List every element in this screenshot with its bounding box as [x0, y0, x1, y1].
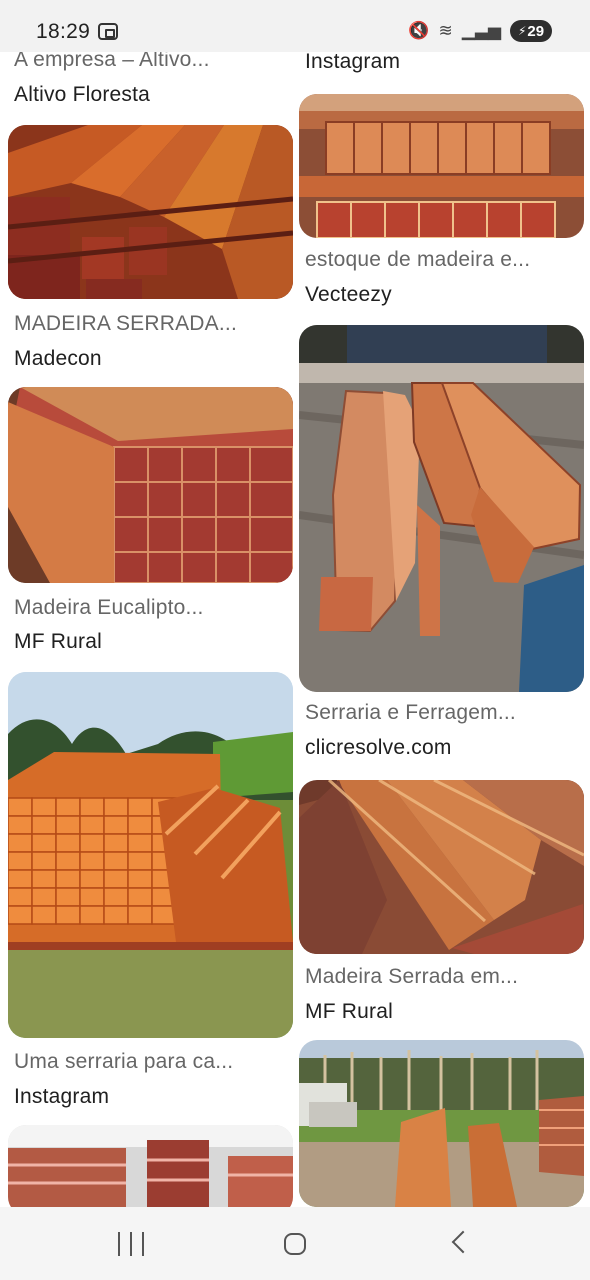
result-thumbnail[interactable]	[299, 1040, 584, 1207]
result-title[interactable]: Serraria e Ferragem...	[305, 701, 516, 725]
back-button[interactable]	[451, 1230, 475, 1254]
status-bar: 18:29 🔇 ≋ ▁▃▅ ⚡ 29	[0, 0, 590, 52]
image-results-grid: A empresa – Altivo... Altivo Floresta MA…	[0, 52, 590, 1207]
result-source: MF Rural	[14, 630, 102, 653]
result-card[interactable]: MADEIRA SERRADA... Madecon	[8, 125, 293, 375]
navigation-bar	[0, 1207, 590, 1280]
result-card[interactable]	[299, 1040, 584, 1207]
result-source: MF Rural	[305, 1000, 393, 1023]
result-thumbnail[interactable]	[299, 94, 584, 238]
result-source: Instagram	[305, 52, 401, 73]
result-card[interactable]: Serraria e Ferragem... clicresolve.com	[299, 325, 584, 765]
recent-apps-icon	[130, 1232, 132, 1256]
result-source: clicresolve.com	[305, 736, 452, 759]
result-thumbnail[interactable]	[8, 672, 293, 1038]
result-title[interactable]: estoque de madeira e...	[305, 248, 530, 272]
result-thumbnail[interactable]	[8, 1125, 293, 1207]
result-source: Instagram	[14, 1085, 110, 1108]
result-card[interactable]: Instagram	[299, 52, 584, 90]
result-title[interactable]: Uma serraria para ca...	[14, 1050, 233, 1074]
result-source: Vecteezy	[305, 283, 392, 306]
result-title[interactable]: Madeira Eucalipto...	[14, 596, 204, 620]
screen-record-icon	[98, 23, 118, 40]
battery-level: 29	[527, 22, 545, 40]
result-source: Madecon	[14, 347, 102, 370]
result-card[interactable]: Uma serraria para ca... Instagram	[8, 672, 293, 1122]
result-title[interactable]: Madeira Serrada em...	[305, 965, 518, 989]
result-thumbnail[interactable]	[8, 387, 293, 583]
charging-battery-icon: ⚡ 29	[510, 20, 552, 42]
result-title[interactable]: A empresa – Altivo...	[14, 52, 210, 72]
recent-apps-icon	[142, 1232, 144, 1256]
home-button[interactable]	[284, 1233, 306, 1255]
result-card[interactable]	[8, 1125, 293, 1207]
result-thumbnail[interactable]	[299, 325, 584, 692]
result-thumbnail[interactable]	[299, 780, 584, 954]
result-title[interactable]: MADEIRA SERRADA...	[14, 312, 237, 336]
result-card[interactable]: Madeira Eucalipto... MF Rural	[8, 387, 293, 665]
signal-icon: ▁▃▅	[461, 21, 501, 40]
result-card[interactable]: Madeira Serrada em... MF Rural	[299, 780, 584, 1030]
result-card[interactable]: A empresa – Altivo... Altivo Floresta	[8, 52, 293, 118]
result-source: Altivo Floresta	[14, 83, 151, 106]
recent-apps-button[interactable]	[118, 1232, 144, 1256]
status-time: 18:29	[36, 20, 91, 43]
recent-apps-icon	[118, 1232, 120, 1256]
result-thumbnail[interactable]	[8, 125, 293, 299]
result-card[interactable]: estoque de madeira e... Vecteezy	[299, 94, 584, 314]
wifi-icon: ≋	[438, 21, 453, 40]
status-icons: 🔇 ≋ ▁▃▅ ⚡ 29	[408, 20, 552, 42]
mute-icon: 🔇	[408, 21, 430, 40]
